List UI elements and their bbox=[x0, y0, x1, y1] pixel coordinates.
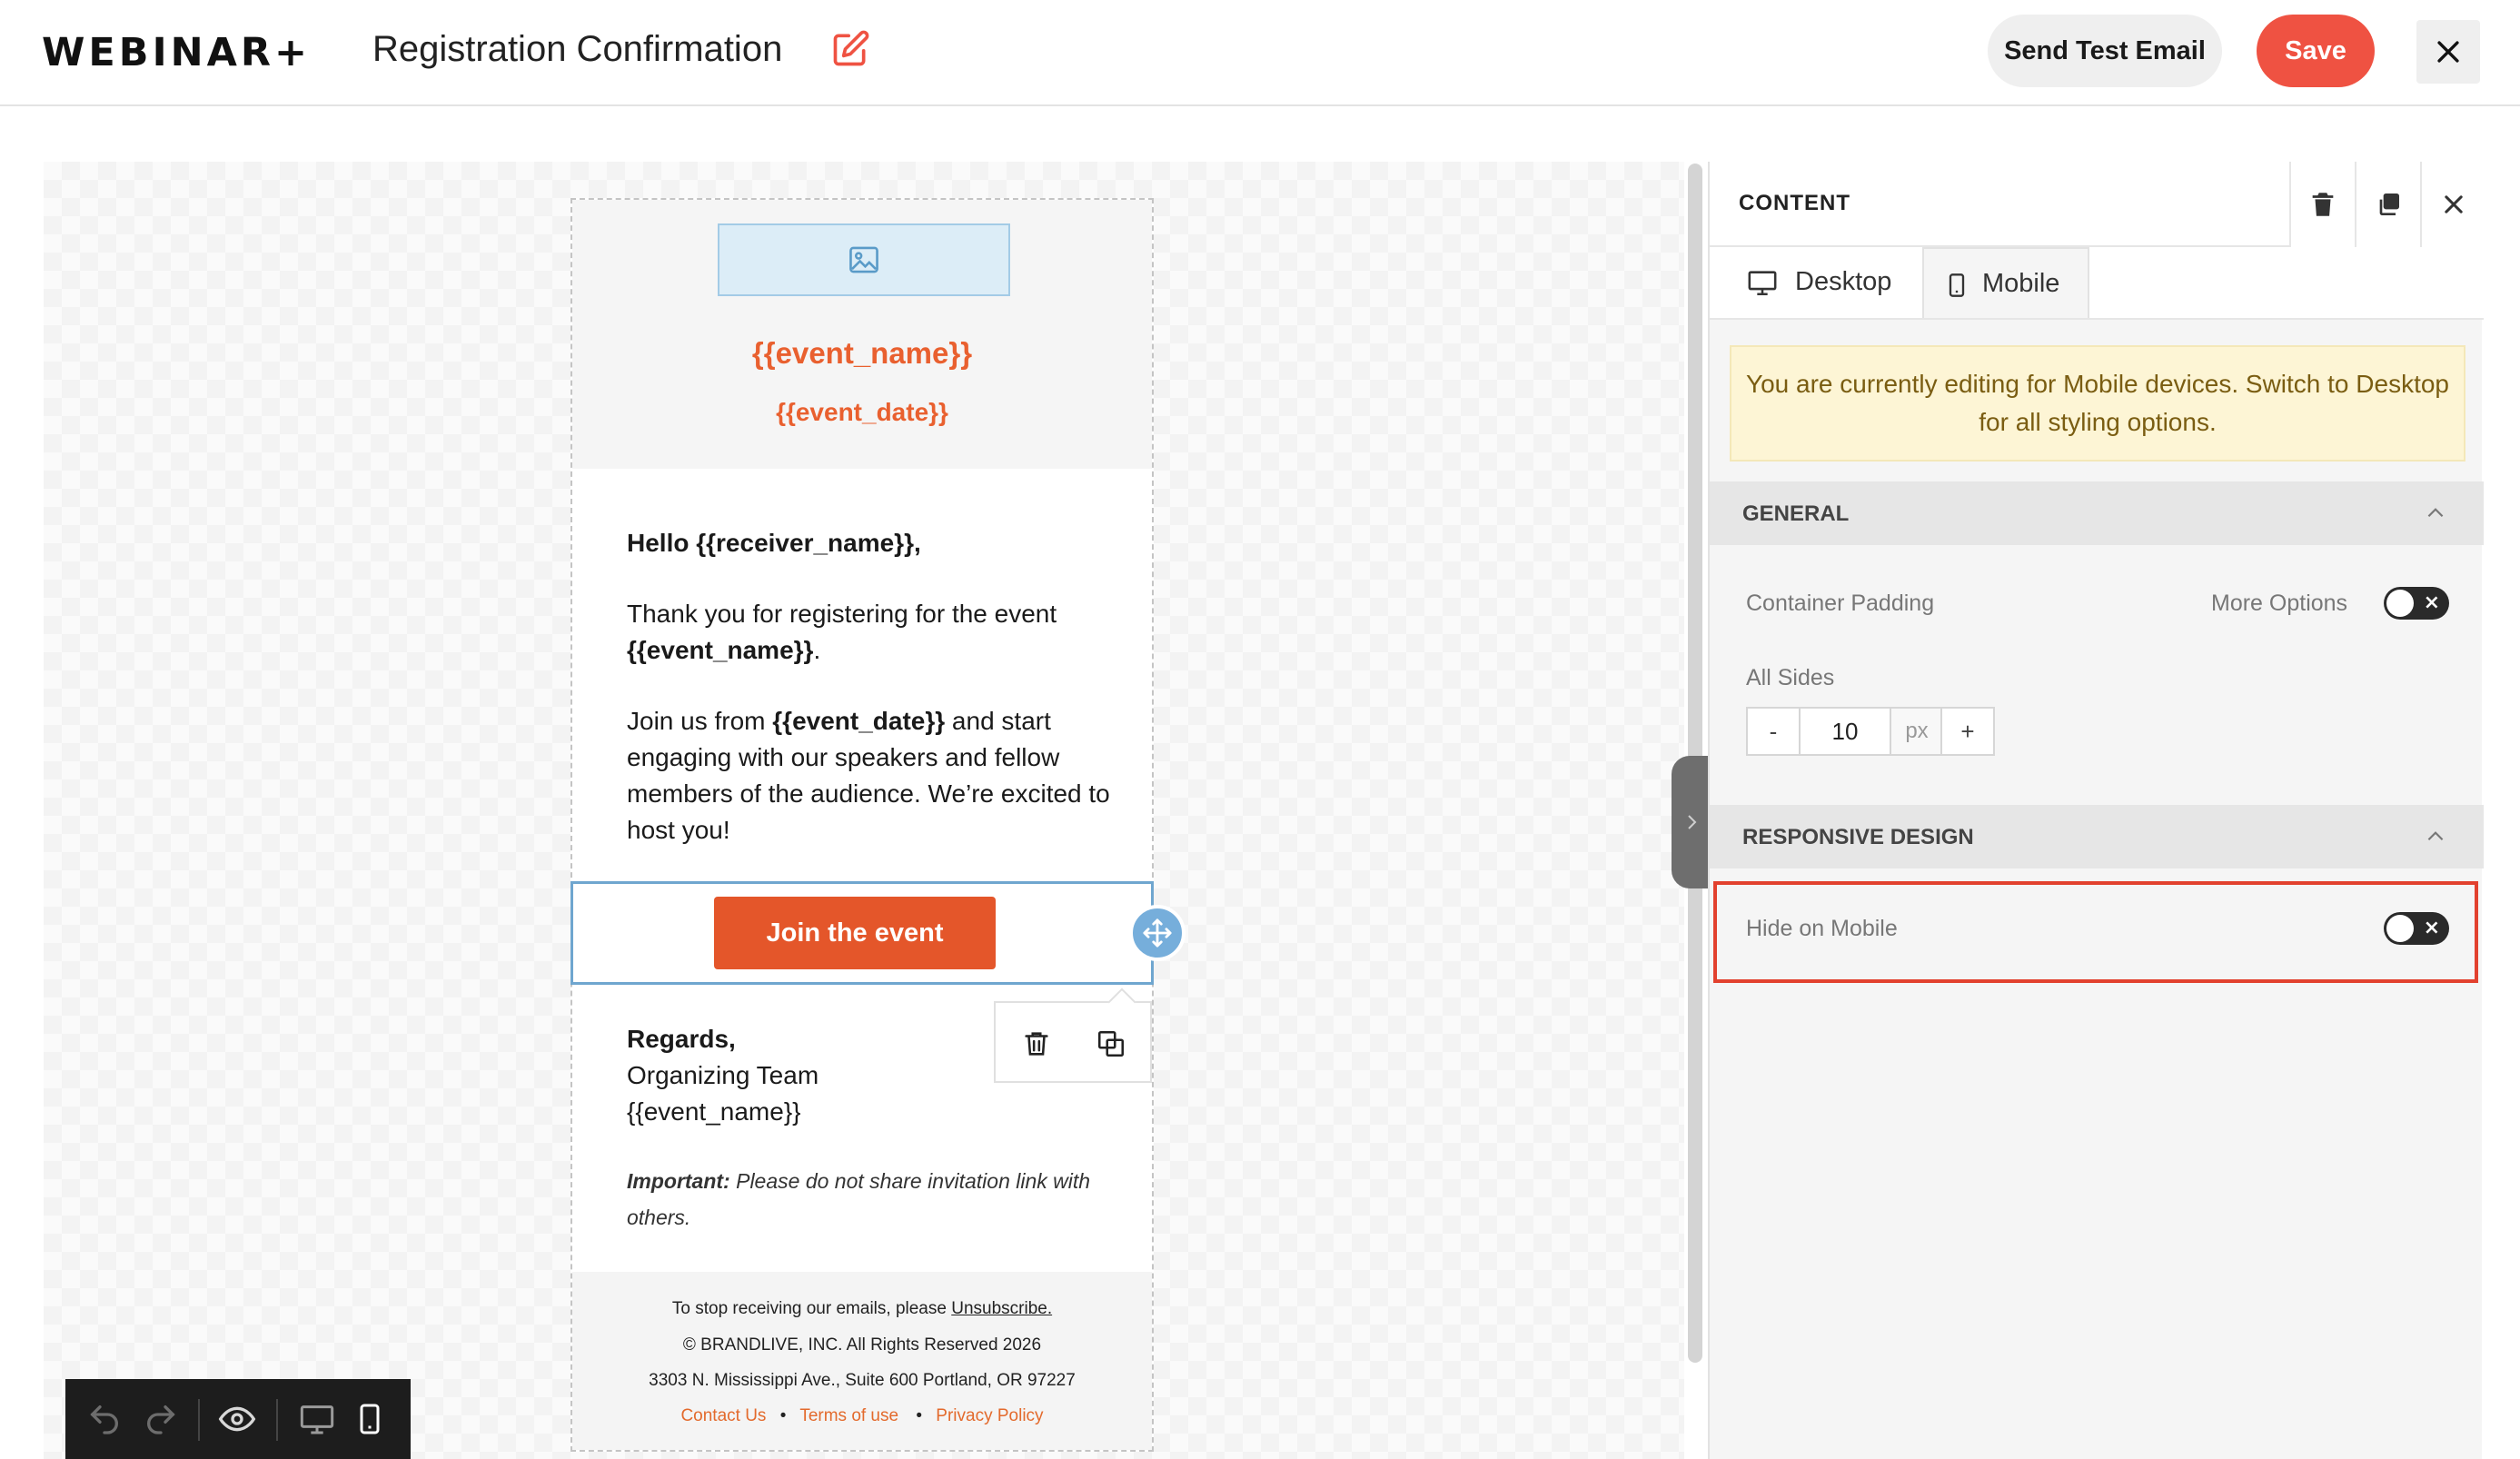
close-icon bbox=[2445, 195, 2463, 213]
toggle-knob bbox=[2386, 590, 2414, 617]
toolbar-divider bbox=[276, 1399, 278, 1441]
padding-input[interactable] bbox=[1801, 709, 1890, 754]
email-footer: To stop receiving our emails, please Uns… bbox=[572, 1272, 1152, 1450]
more-options-toggle[interactable]: × bbox=[2384, 587, 2449, 620]
regards-text: Regards, bbox=[627, 1025, 736, 1053]
container-padding-label: Container Padding bbox=[1746, 591, 1935, 616]
desktop-icon bbox=[300, 1404, 334, 1434]
thanks-paragraph: Thank you for registering for the event … bbox=[627, 596, 1117, 669]
join-paragraph: Join us from {{event_date}} and start en… bbox=[627, 703, 1117, 849]
edit-title-icon[interactable] bbox=[830, 29, 870, 69]
redo-button[interactable] bbox=[140, 1399, 182, 1441]
panel-title: CONTENT bbox=[1739, 191, 1850, 215]
greeting-text: Hello {{receiver_name}}, bbox=[627, 529, 921, 557]
responsive-section-title: RESPONSIVE DESIGN bbox=[1742, 825, 1974, 849]
desktop-icon bbox=[1748, 271, 1777, 296]
trash-icon bbox=[2312, 193, 2334, 216]
panel-header: CONTENT bbox=[1710, 162, 2485, 247]
padding-decrease-button[interactable]: - bbox=[1748, 709, 1801, 754]
toggle-off-icon: × bbox=[2423, 917, 2440, 939]
tab-mobile[interactable]: Mobile bbox=[1922, 247, 2089, 318]
padding-unit: px bbox=[1890, 709, 1942, 754]
important-note: Important: Please do not share invitatio… bbox=[627, 1163, 1117, 1236]
chevron-up-icon bbox=[2427, 508, 2444, 518]
toggle-knob bbox=[2386, 915, 2414, 942]
privacy-policy-link[interactable]: Privacy Policy bbox=[936, 1406, 1043, 1425]
address-text: 3303 N. Mississippi Ave., Suite 600 Port… bbox=[649, 1371, 1076, 1390]
properties-panel: CONTENT Desktop Mobile You are currently… bbox=[1708, 162, 2485, 1459]
thanks-suffix: . bbox=[813, 636, 821, 664]
general-section-header[interactable]: GENERAL bbox=[1710, 481, 2484, 545]
toolbar-divider bbox=[198, 1399, 200, 1441]
delete-content-button[interactable] bbox=[2289, 162, 2355, 247]
general-section-title: GENERAL bbox=[1742, 501, 1850, 526]
collapse-panel-handle[interactable] bbox=[1672, 756, 1708, 888]
close-icon bbox=[2437, 41, 2459, 63]
chevron-up-icon bbox=[2427, 831, 2444, 841]
image-icon bbox=[849, 246, 878, 273]
image-placeholder[interactable] bbox=[718, 223, 1010, 296]
join-date: {{event_date}} bbox=[772, 707, 946, 735]
more-options-label: More Options bbox=[2211, 591, 2348, 616]
send-test-email-button[interactable]: Send Test Email bbox=[1988, 15, 2222, 87]
unsubscribe-link[interactable]: Unsubscribe. bbox=[951, 1299, 1052, 1318]
undo-icon bbox=[90, 1404, 118, 1434]
footer-separator: • bbox=[916, 1406, 923, 1425]
preview-button[interactable] bbox=[216, 1399, 258, 1441]
thanks-prefix: Thank you for registering for the event bbox=[627, 600, 1057, 628]
event-date-heading: {{event_date}} bbox=[776, 398, 948, 426]
toggle-off-icon: × bbox=[2423, 591, 2440, 614]
padding-stepper: - px + bbox=[1746, 707, 1995, 756]
signature-event-name: {{event_name}} bbox=[627, 1097, 801, 1126]
footer-separator: • bbox=[779, 1406, 787, 1425]
save-button[interactable]: Save bbox=[2257, 15, 2375, 87]
tab-mobile-label: Mobile bbox=[1982, 269, 2060, 298]
app-logo: WEBINAR+ bbox=[42, 30, 311, 75]
hide-on-mobile-toggle[interactable]: × bbox=[2384, 912, 2449, 945]
duplicate-block-icon[interactable] bbox=[1096, 1028, 1126, 1059]
unsubscribe-line: To stop receiving our emails, please Uns… bbox=[572, 1299, 1152, 1319]
all-sides-label: All Sides bbox=[1746, 665, 1835, 690]
mobile-editing-notice: You are currently editing for Mobile dev… bbox=[1730, 345, 2465, 462]
block-actions-popover bbox=[994, 1001, 1152, 1083]
footer-links: Contact Us • Terms of use • Privacy Poli… bbox=[572, 1406, 1152, 1426]
copyright-text: © BRANDLIVE, INC. All Rights Reserved 20… bbox=[682, 1335, 1042, 1355]
delete-block-icon[interactable] bbox=[1021, 1028, 1052, 1059]
hide-on-mobile-label: Hide on Mobile bbox=[1746, 916, 1898, 941]
tab-desktop-label: Desktop bbox=[1795, 267, 1892, 296]
mobile-icon bbox=[1949, 273, 1965, 297]
redo-icon bbox=[147, 1404, 175, 1434]
close-panel-button[interactable] bbox=[2420, 162, 2485, 247]
undo-button[interactable] bbox=[84, 1399, 125, 1441]
desktop-view-button[interactable] bbox=[296, 1399, 338, 1441]
page-title: Registration Confirmation bbox=[372, 29, 783, 69]
mobile-view-button[interactable] bbox=[349, 1399, 391, 1441]
eye-icon bbox=[218, 1406, 256, 1431]
join-event-button[interactable]: Join the event bbox=[714, 897, 996, 969]
thanks-event-name: {{event_name}} bbox=[627, 636, 814, 664]
padding-increase-button[interactable]: + bbox=[1940, 709, 1993, 754]
join-prefix: Join us from bbox=[627, 707, 773, 735]
copy-icon bbox=[2379, 194, 2399, 215]
chevron-right-icon bbox=[1688, 815, 1697, 829]
important-label: Important: bbox=[627, 1169, 730, 1193]
email-preview: {{event_name}} {{event_date}} Hello {{re… bbox=[570, 198, 1154, 1452]
move-icon bbox=[1143, 918, 1172, 948]
duplicate-content-button[interactable] bbox=[2355, 162, 2420, 247]
canvas-toolbar bbox=[65, 1379, 411, 1459]
responsive-section-header[interactable]: RESPONSIVE DESIGN bbox=[1710, 805, 2484, 868]
team-text: Organizing Team bbox=[627, 1061, 819, 1089]
email-header-block[interactable]: {{event_name}} {{event_date}} bbox=[572, 200, 1152, 469]
device-tabs: Desktop Mobile bbox=[1710, 247, 2484, 320]
move-block-handle[interactable] bbox=[1129, 905, 1186, 961]
selected-button-block[interactable]: Join the event bbox=[570, 881, 1154, 985]
terms-of-use-link[interactable]: Terms of use bbox=[799, 1406, 898, 1425]
top-header: WEBINAR+ Registration Confirmation Send … bbox=[0, 0, 2520, 106]
close-editor-button[interactable] bbox=[2416, 20, 2480, 84]
mobile-icon bbox=[360, 1404, 380, 1434]
tab-desktop[interactable]: Desktop bbox=[1746, 247, 1924, 318]
contact-us-link[interactable]: Contact Us bbox=[680, 1406, 766, 1425]
unsubscribe-prefix: To stop receiving our emails, please bbox=[671, 1299, 952, 1318]
event-name-heading: {{event_name}} bbox=[751, 336, 973, 370]
